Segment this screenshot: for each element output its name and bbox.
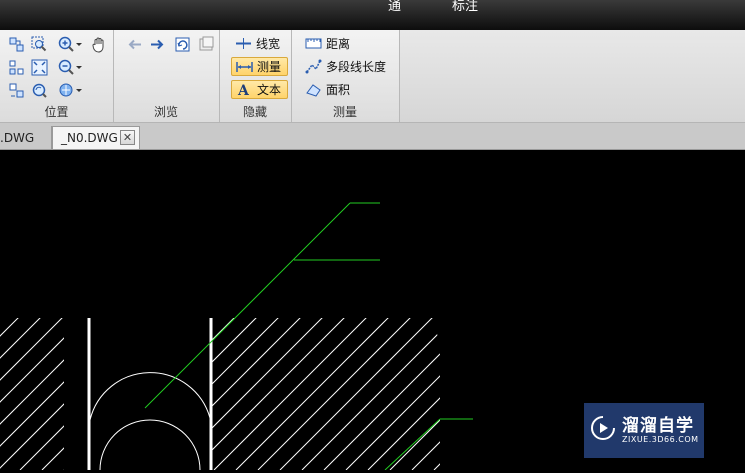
tab-label: _N0.DWG <box>61 131 118 145</box>
group-label-browse: 浏览 <box>153 105 178 119</box>
group-label-measure: 测量 <box>332 105 357 119</box>
hatch-line <box>212 318 221 470</box>
hatch-pattern-left <box>0 318 64 470</box>
close-icon[interactable]: ✕ <box>120 130 135 145</box>
lineweight-label: 线宽 <box>256 37 281 51</box>
hatch-line <box>213 318 375 470</box>
back-arrow-icon[interactable] <box>126 36 143 53</box>
distance-label: 距离 <box>326 37 351 51</box>
zoom-window-icon[interactable] <box>31 36 48 53</box>
hatch-line <box>279 318 440 470</box>
hatch-line <box>367 318 440 470</box>
distance-button[interactable]: 距离 <box>301 34 354 53</box>
dimension-icon <box>236 58 253 75</box>
hide-text-label: 文本 <box>257 83 282 97</box>
tab-label: .DWG <box>0 130 35 145</box>
hatch-line <box>0 318 64 470</box>
ribbon-group-position: 位置 <box>0 30 114 122</box>
ribbon-group-browse: 浏览 <box>113 30 220 122</box>
ribbon-group-measure: 距离 多段线长度 面积 测量 <box>291 30 400 122</box>
hatch-line <box>301 318 440 470</box>
hatch-line <box>212 318 265 470</box>
hatch-line <box>345 318 440 470</box>
zoom-out-dropdown-icon[interactable] <box>58 59 84 76</box>
zoom-extents-icon[interactable] <box>8 59 25 76</box>
hatch-line <box>212 318 353 470</box>
zoom-previous-icon[interactable] <box>8 82 25 99</box>
hatch-line <box>212 318 287 470</box>
group-label-hide: 隐藏 <box>242 105 267 119</box>
hatch-line <box>411 318 440 470</box>
tab-document-2[interactable]: _N0.DWG ✕ <box>52 126 140 149</box>
hatch-line <box>0 318 64 470</box>
polyline-length-icon <box>305 58 322 75</box>
watermark-badge: 溜溜自学 ZIXUE.3D66.COM <box>584 403 704 458</box>
hatch-line <box>257 318 419 470</box>
title-bar: 通 标注 <box>0 0 745 30</box>
watermark-name: 溜溜自学 <box>622 416 694 436</box>
hatch-line <box>212 318 309 470</box>
hatch-line <box>0 318 64 470</box>
view-3d-dropdown-icon[interactable] <box>58 82 84 99</box>
area-label: 面积 <box>326 83 351 97</box>
hatch-line <box>235 318 397 470</box>
ribbon-empty-area <box>400 30 745 122</box>
watermark-url: ZIXUE.3D66.COM <box>622 435 699 444</box>
area-icon <box>305 81 322 98</box>
reset-view-icon[interactable] <box>198 36 215 53</box>
area-button[interactable]: 面积 <box>301 80 354 99</box>
hide-measure-button[interactable]: 测量 <box>231 57 288 76</box>
fit-window-icon[interactable] <box>31 59 48 76</box>
lineweight-icon <box>235 35 252 52</box>
svg-text:A: A <box>237 83 250 98</box>
rotate-icon[interactable] <box>174 36 191 53</box>
polyline-length-button[interactable]: 多段线长度 <box>301 57 390 76</box>
pan-window-icon[interactable] <box>8 36 25 53</box>
ribbon-group-hide: 线宽 测量 A 文本 隐藏 <box>219 30 292 122</box>
document-tab-bar: .DWG _N0.DWG ✕ <box>0 123 745 150</box>
hide-measure-label: 测量 <box>257 60 282 74</box>
zoom-in-dropdown-icon[interactable] <box>58 36 84 53</box>
tab-document-1[interactable]: .DWG <box>0 126 52 149</box>
hide-text-button[interactable]: A 文本 <box>231 80 288 99</box>
window-title-fragment: 通 <box>388 0 402 14</box>
forward-arrow-icon[interactable] <box>149 36 166 53</box>
hatch-line <box>41 318 64 470</box>
hatch-line <box>19 318 64 470</box>
distance-icon <box>305 35 322 52</box>
window-title-fragment: 标注 <box>452 0 479 14</box>
hand-pan-icon[interactable] <box>91 36 108 53</box>
zoom-realtime-icon[interactable] <box>31 82 48 99</box>
arc-lower <box>99 419 201 471</box>
text-a-icon: A <box>236 81 253 98</box>
leader-line-1 <box>144 202 351 409</box>
polyline-length-label: 多段线长度 <box>326 60 387 74</box>
play-logo-icon <box>591 416 615 440</box>
hatch-line <box>433 318 440 470</box>
group-label-position: 位置 <box>44 105 69 119</box>
arc-upper <box>89 372 211 421</box>
lineweight-button[interactable]: 线宽 <box>231 34 284 53</box>
hatch-line <box>0 318 49 470</box>
hatch-pattern-right <box>212 318 440 470</box>
hatch-line <box>323 318 440 470</box>
hatch-line <box>389 318 440 470</box>
